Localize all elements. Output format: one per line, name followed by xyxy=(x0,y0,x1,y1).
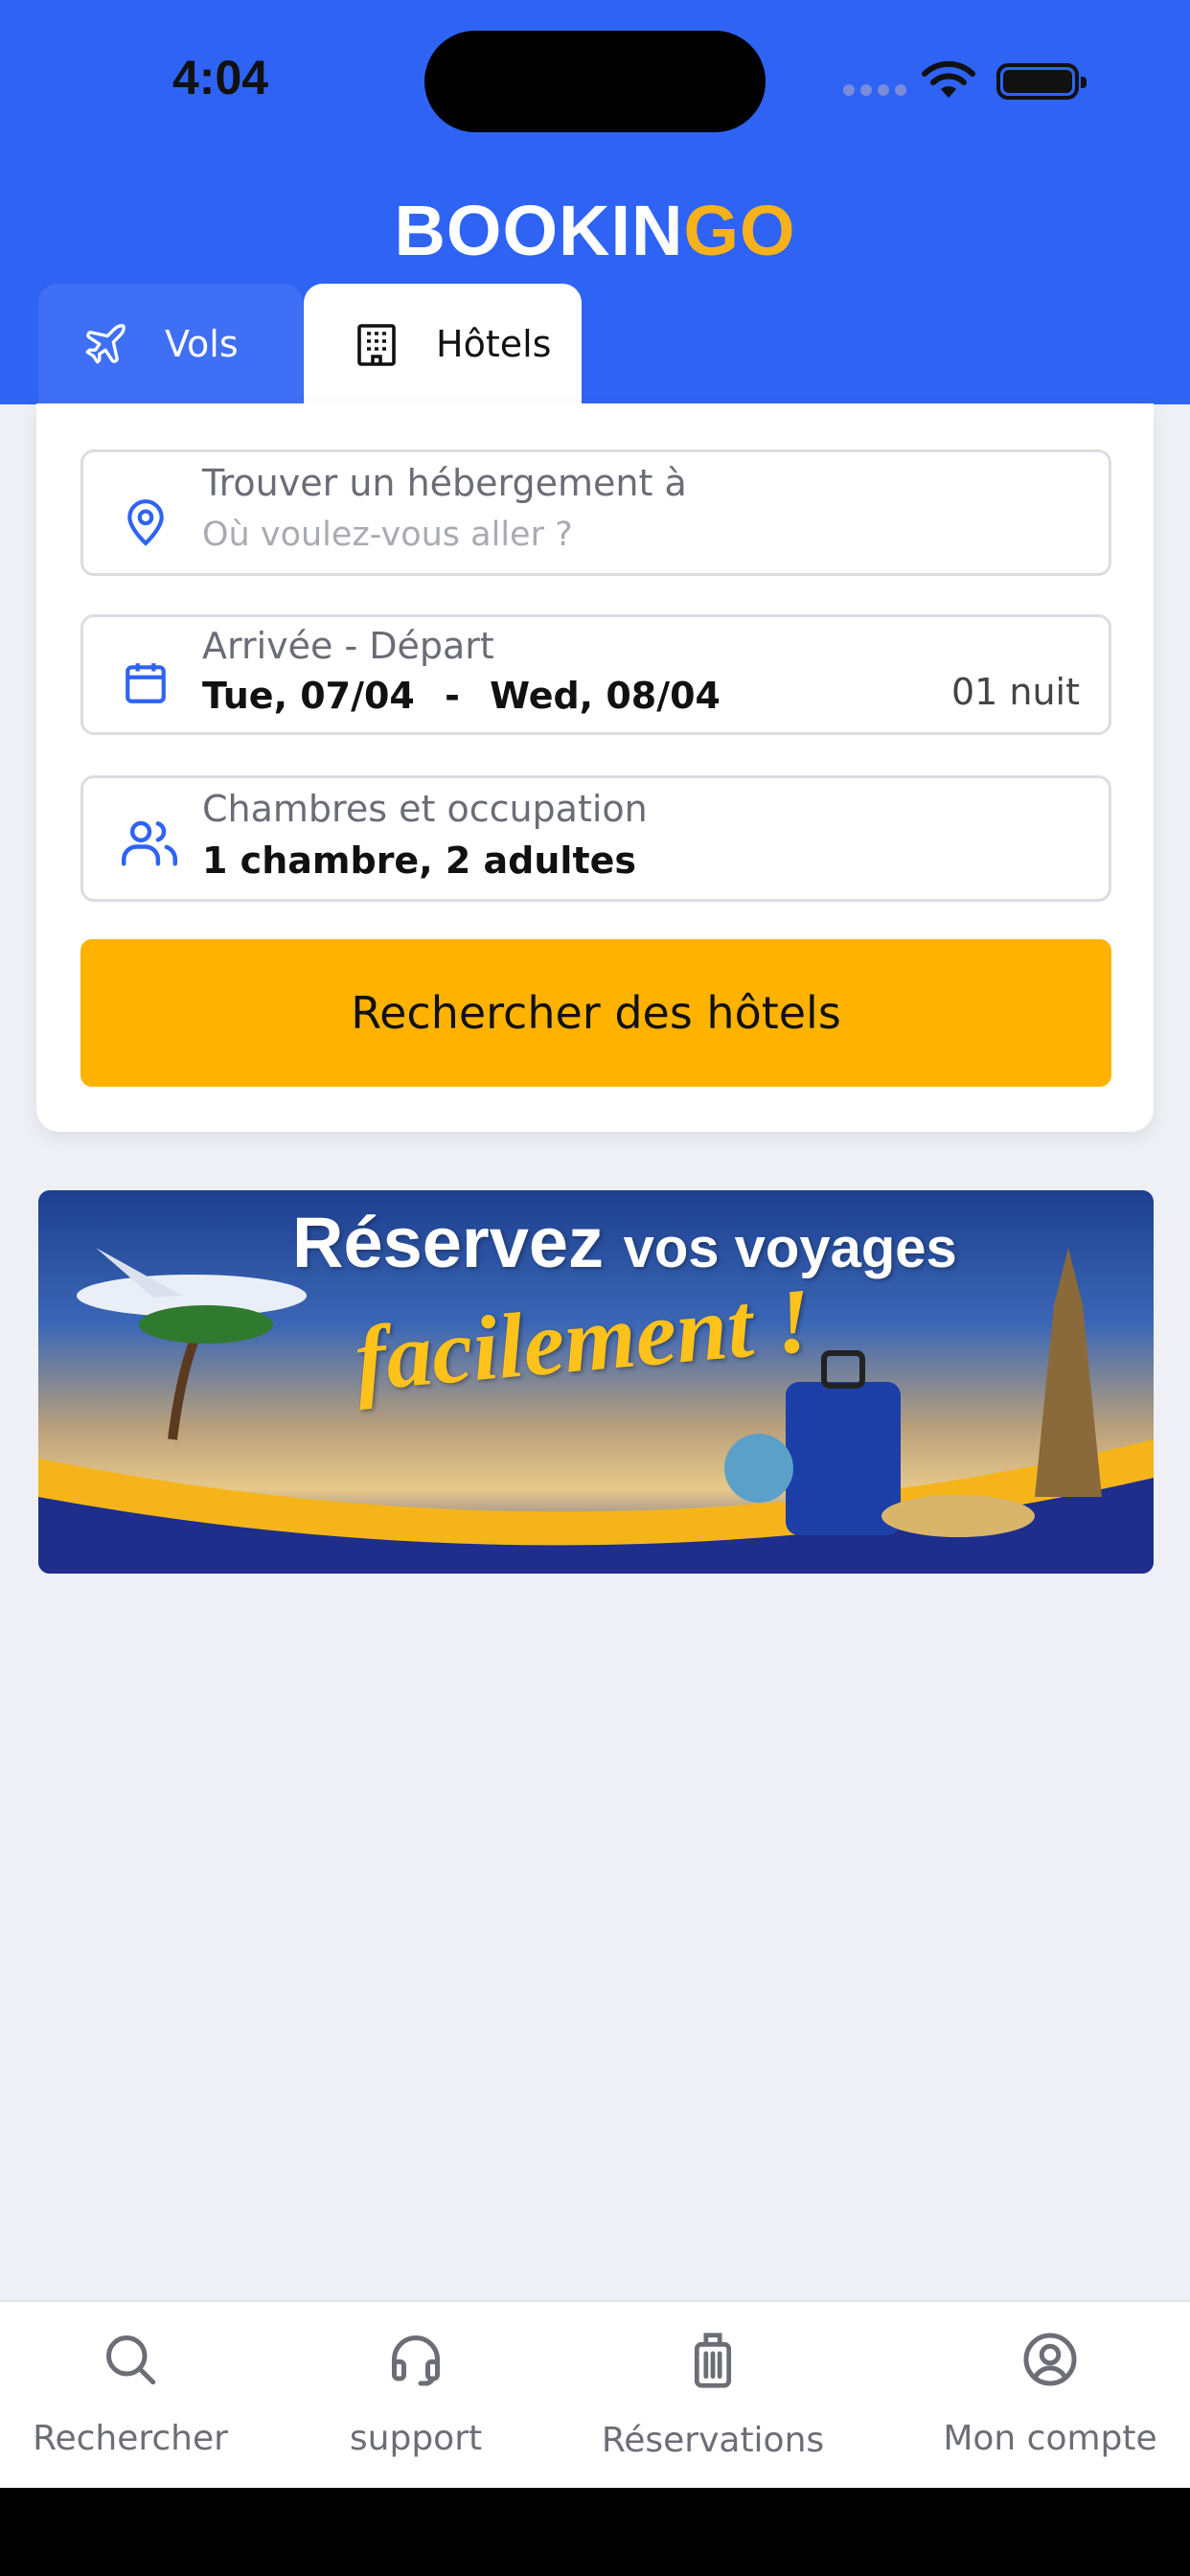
nav-account[interactable]: Mon compte xyxy=(935,2331,1165,2458)
dynamic-island xyxy=(424,31,766,132)
destination-field[interactable]: Trouver un hébergement à Où voulez-vous … xyxy=(80,449,1111,576)
tab-hotels[interactable]: Hôtels xyxy=(304,284,582,404)
logo-part1: BOOKIN xyxy=(394,191,684,270)
checkin-date: Tue, 07/04 xyxy=(202,675,415,717)
account-icon xyxy=(1023,2333,1077,2386)
status-time: 4:04 xyxy=(172,51,269,104)
bottom-navigation: Rechercher support Réservations Mon comp… xyxy=(0,2300,1190,2488)
wifi-icon xyxy=(922,60,975,98)
nav-support[interactable]: support xyxy=(320,2331,512,2458)
home-indicator-area xyxy=(0,2488,1190,2576)
nav-search-label: Rechercher xyxy=(33,2419,228,2458)
rooms-field[interactable]: Chambres et occupation 1 chambre, 2 adul… xyxy=(80,775,1111,902)
hotel-search-card: Trouver un hébergement à Où voulez-vous … xyxy=(36,403,1154,1132)
battery-icon xyxy=(996,63,1087,100)
location-pin-icon xyxy=(127,499,164,546)
nav-search[interactable]: Rechercher xyxy=(33,2331,228,2458)
tab-flights[interactable]: Vols xyxy=(38,284,303,404)
rooms-value: 1 chambre, 2 adultes xyxy=(202,840,637,882)
promo-banner[interactable]: Réservez vos voyages facilement ! xyxy=(38,1190,1154,1574)
search-icon xyxy=(106,2335,156,2385)
nav-reservations-label: Réservations xyxy=(601,2421,825,2460)
building-icon xyxy=(352,319,401,369)
calendar-icon xyxy=(126,663,166,703)
plane-icon xyxy=(80,319,130,369)
nav-support-label: support xyxy=(349,2419,483,2458)
banner-title-big: Réservez xyxy=(292,1203,605,1282)
tab-hotels-label: Hôtels xyxy=(436,323,552,365)
destination-input[interactable]: Où voulez-vous aller ? xyxy=(202,516,573,554)
date-separator: - xyxy=(445,675,460,717)
headset-icon xyxy=(392,2335,440,2386)
users-icon xyxy=(122,820,177,866)
destination-label: Trouver un hébergement à xyxy=(202,462,687,504)
checkout-date: Wed, 08/04 xyxy=(490,675,721,717)
nights-count: 01 nuit xyxy=(950,671,1080,713)
dates-field[interactable]: Arrivée - Départ Tue, 07/04 - Wed, 08/04… xyxy=(80,614,1111,735)
header: 4:04 BOOKINGO Vols Hôtels xyxy=(0,0,1190,404)
app-screen: 4:04 BOOKINGO Vols Hôtels Trouver un héb… xyxy=(0,0,1190,2576)
logo-part2: GO xyxy=(683,191,796,270)
banner-title: Réservez vos voyages xyxy=(292,1202,957,1283)
search-hotels-button[interactable]: Rechercher des hôtels xyxy=(80,939,1111,1087)
rooms-label: Chambres et occupation xyxy=(202,788,648,830)
cellular-signal-icon xyxy=(843,84,906,96)
tab-flights-label: Vols xyxy=(165,323,239,365)
luggage-icon xyxy=(694,2333,732,2388)
dates-value: Tue, 07/04 - Wed, 08/04 xyxy=(202,675,721,717)
nav-account-label: Mon compte xyxy=(943,2419,1157,2458)
app-logo: BOOKINGO xyxy=(0,190,1190,271)
nav-reservations[interactable]: Réservations xyxy=(598,2331,828,2460)
dates-label: Arrivée - Départ xyxy=(202,625,494,667)
